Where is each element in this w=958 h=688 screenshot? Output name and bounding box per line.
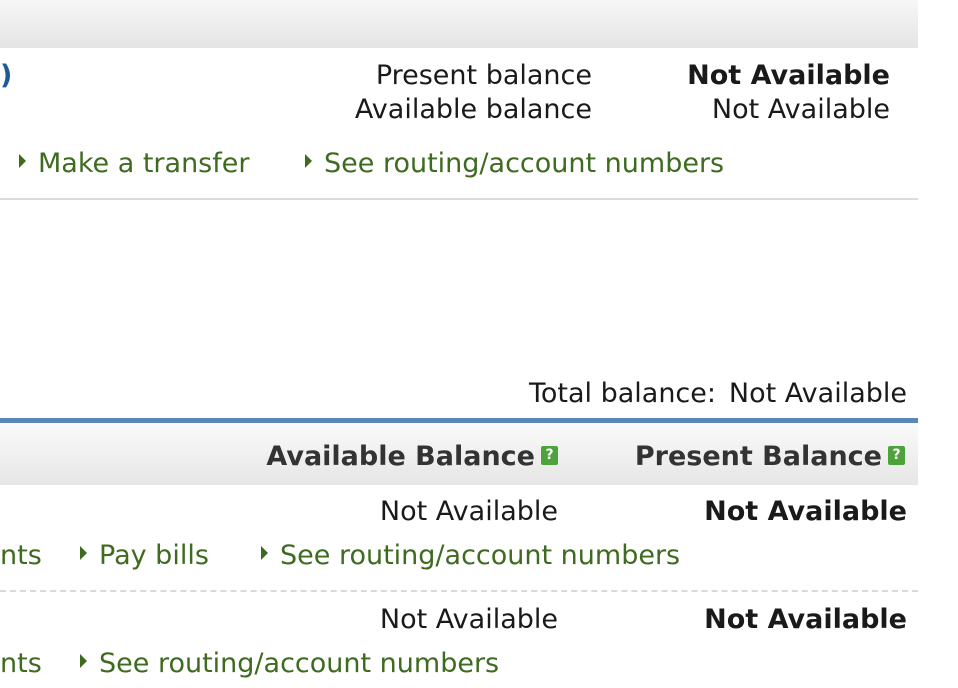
available-balance-value: Not Available xyxy=(711,94,890,125)
present-balance-header-label: Present Balance xyxy=(634,441,882,472)
row2-see-routing-link[interactable]: See routing/account numbers xyxy=(80,648,499,679)
row1-available-balance: Not Available xyxy=(379,496,558,527)
see-routing-link[interactable]: See routing/account numbers xyxy=(305,148,724,179)
total-balance-label: Total balance: xyxy=(528,378,716,409)
help-icon[interactable]: ? xyxy=(541,446,558,465)
row2-see-routing-label: See routing/account numbers xyxy=(99,648,500,679)
total-balance-value: Not Available xyxy=(728,378,907,409)
present-balance-label: Present balance xyxy=(375,60,592,91)
help-icon[interactable]: ? xyxy=(888,446,905,465)
pay-bills-link[interactable]: Pay bills xyxy=(80,540,209,571)
row1-present-balance: Not Available xyxy=(704,496,907,527)
present-balance-header: Present Balance? xyxy=(635,441,905,472)
account-name-tail[interactable]: ) xyxy=(0,60,12,91)
caret-right-icon xyxy=(19,154,26,168)
row1-see-routing-link[interactable]: See routing/account numbers xyxy=(261,540,680,571)
available-balance-header-label: Available Balance xyxy=(266,441,535,472)
make-transfer-label: Make a transfer xyxy=(38,148,250,179)
available-balance-label: Available balance xyxy=(354,94,592,125)
row2-truncated-link[interactable]: nts xyxy=(0,648,42,679)
available-balance-header: Available Balance? xyxy=(266,441,558,472)
caret-right-icon xyxy=(261,546,268,560)
row1-truncated-link[interactable]: nts xyxy=(0,540,42,571)
row1-see-routing-label: See routing/account numbers xyxy=(280,540,681,571)
account-header-bar xyxy=(0,0,918,48)
caret-right-icon xyxy=(305,154,312,168)
see-routing-label: See routing/account numbers xyxy=(324,148,725,179)
caret-right-icon xyxy=(80,654,87,668)
row2-available-balance: Not Available xyxy=(379,604,558,635)
pay-bills-label: Pay bills xyxy=(99,540,209,571)
present-balance-value: Not Available xyxy=(687,60,890,91)
make-transfer-link[interactable]: Make a transfer xyxy=(19,148,249,179)
row2-present-balance: Not Available xyxy=(704,604,907,635)
caret-right-icon xyxy=(80,546,87,560)
row-divider xyxy=(0,590,918,592)
section-divider xyxy=(0,198,918,200)
